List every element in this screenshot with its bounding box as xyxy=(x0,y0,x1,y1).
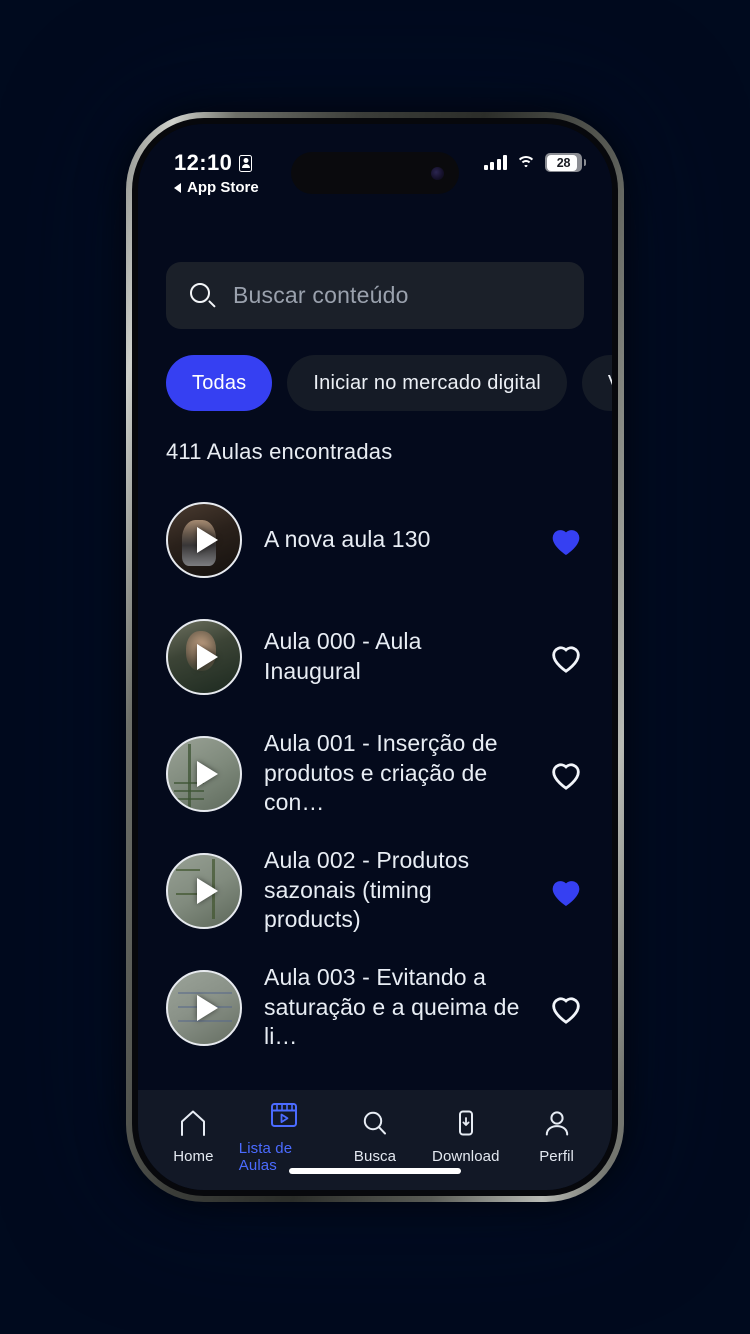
tab-label: Home xyxy=(173,1148,214,1165)
search-input[interactable]: Buscar conteúdo xyxy=(233,282,409,309)
video-thumbnail[interactable] xyxy=(166,618,242,695)
filter-chip-vender[interactable]: Vende xyxy=(581,355,612,411)
app-content: Buscar conteúdo Todas Iniciar no mercado… xyxy=(138,124,612,1190)
lesson-title: Aula 000 - Aula Inaugural xyxy=(264,628,422,684)
status-bar-right: 28 xyxy=(483,150,586,172)
back-to-app-store-link[interactable]: App Store xyxy=(174,179,259,196)
filter-chip-label: Iniciar no mercado digital xyxy=(313,371,541,394)
lesson-title: Aula 001 - Inserção de produtos e criaçã… xyxy=(264,730,498,816)
video-thumbnail[interactable] xyxy=(166,501,242,578)
favorite-heart-outline-icon[interactable] xyxy=(546,754,586,794)
phone-bezel: 12:10 App Store 28 Buscar conteúdo Todas… xyxy=(132,118,618,1196)
play-icon xyxy=(196,877,218,904)
tab-busca[interactable]: Busca xyxy=(330,1107,421,1165)
lesson-title: A nova aula 130 xyxy=(264,525,431,552)
lesson-title: Aula 003 - Evitando a saturação e a quei… xyxy=(264,964,520,1050)
lesson-list[interactable]: A nova aula 130 Aula 000 - Aula Inaugura… xyxy=(138,465,612,1090)
back-label: App Store xyxy=(187,179,259,196)
play-icon xyxy=(196,643,218,670)
tab-perfil[interactable]: Perfil xyxy=(511,1107,602,1165)
status-time: 12:10 xyxy=(174,150,233,175)
phone-screen: 12:10 App Store 28 Buscar conteúdo Todas… xyxy=(138,124,612,1190)
video-thumbnail[interactable] xyxy=(166,735,242,812)
filter-chip-todas[interactable]: Todas xyxy=(166,355,273,411)
list-item[interactable]: Aula 001 - Inserção de produtos e criaçã… xyxy=(138,715,612,832)
video-thumbnail[interactable] xyxy=(166,969,242,1046)
tab-lista-de-aulas[interactable]: Lista de Aulas xyxy=(239,1099,330,1174)
battery-indicator: 28 xyxy=(545,153,586,172)
search-bar[interactable]: Buscar conteúdo xyxy=(166,262,584,329)
back-triangle-icon xyxy=(174,182,181,193)
video-thumbnail[interactable] xyxy=(166,852,242,929)
tab-label: Busca xyxy=(353,1148,397,1165)
bottom-navigation-bar[interactable]: Home Lista de Aulas Busca Download Perfi… xyxy=(138,1090,612,1190)
lock-portrait-orientation-icon xyxy=(239,154,253,172)
home-indicator[interactable] xyxy=(289,1168,461,1174)
filter-chip-label: Vende xyxy=(608,372,612,395)
play-icon xyxy=(196,526,218,553)
tab-home[interactable]: Home xyxy=(148,1107,239,1165)
search-icon xyxy=(190,283,216,308)
list-item[interactable]: Aula 003 - Evitando a saturação e a quei… xyxy=(138,949,612,1066)
status-time-row: 12:10 xyxy=(174,150,259,176)
filter-chip-iniciar-no-mercado-digital[interactable]: Iniciar no mercado digital xyxy=(287,355,567,411)
list-item[interactable]: A nova aula 130 xyxy=(138,481,612,598)
results-count: 411 Aulas encontradas xyxy=(166,439,393,464)
play-icon xyxy=(196,994,218,1021)
lesson-title: Aula 002 - Produtos sazonais (timing pro… xyxy=(264,847,470,933)
status-bar-left: 12:10 App Store xyxy=(174,150,259,196)
home-icon xyxy=(178,1107,208,1139)
tab-label: Download xyxy=(432,1148,500,1165)
person-icon xyxy=(542,1107,572,1139)
front-camera-icon xyxy=(431,166,444,180)
wifi-icon xyxy=(516,155,536,170)
list-item[interactable]: Aula 000 - Aula Inaugural xyxy=(138,598,612,715)
dynamic-island xyxy=(291,152,459,194)
filter-chip-label: Todas xyxy=(192,371,247,394)
favorite-heart-outline-icon[interactable] xyxy=(546,637,586,677)
favorite-heart-outline-icon[interactable] xyxy=(546,988,586,1028)
play-icon xyxy=(196,760,218,787)
filter-chip-list[interactable]: Todas Iniciar no mercado digital Vende xyxy=(138,329,612,411)
clapperboard-play-icon xyxy=(269,1099,299,1131)
scene: 12:10 App Store 28 Buscar conteúdo Todas… xyxy=(0,0,750,1334)
favorite-heart-filled-icon[interactable] xyxy=(546,871,586,911)
list-item[interactable]: Aula 002 - Produtos sazonais (timing pro… xyxy=(138,832,612,949)
tab-download[interactable]: Download xyxy=(420,1107,511,1165)
battery-percent-label: 28 xyxy=(556,155,571,170)
phone-device-frame: 12:10 App Store 28 Buscar conteúdo Todas… xyxy=(126,112,624,1202)
search-icon xyxy=(360,1107,390,1139)
tab-label: Perfil xyxy=(539,1148,574,1165)
cellular-signal-icon xyxy=(483,155,507,170)
favorite-heart-filled-icon[interactable] xyxy=(546,520,586,560)
phone-download-icon xyxy=(451,1107,481,1139)
